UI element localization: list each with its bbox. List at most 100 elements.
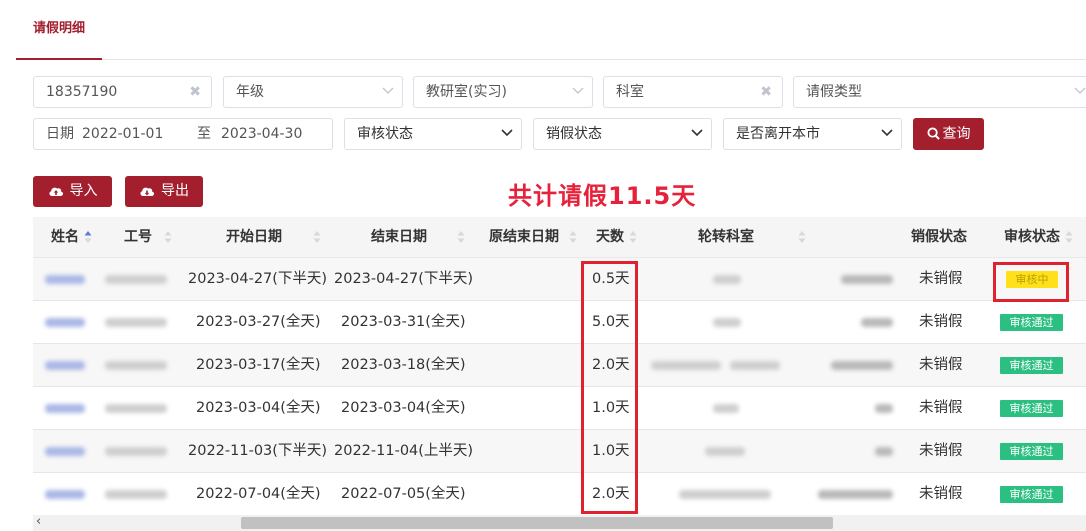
start-date-cell: 2023-03-27(全天) [196, 314, 321, 330]
leave-type-label: 请假类型 [806, 84, 862, 100]
export-button[interactable]: 导出 [125, 176, 203, 207]
sort-icon[interactable] [569, 230, 577, 244]
chevron-down-icon [501, 129, 513, 139]
date-start-input[interactable]: 2022-01-01 [82, 119, 163, 149]
employee-id-value: 18357190 [46, 84, 118, 100]
cloud-upload-icon [48, 187, 63, 196]
cancel-status-label: 销假状态 [546, 126, 602, 142]
chevron-left-icon[interactable]: ‹ [36, 514, 41, 529]
tab-leave-details[interactable]: 请假明细 [16, 0, 102, 60]
sort-icon[interactable] [84, 230, 92, 244]
chevron-down-icon [881, 129, 893, 139]
close-icon[interactable]: ✖ [189, 77, 201, 107]
redacted-id [105, 490, 167, 499]
review-status-select[interactable]: 审核状态 [344, 118, 522, 150]
status-badge: 审核通过 [1000, 400, 1063, 417]
sort-icon[interactable] [164, 230, 172, 244]
table-row[interactable]: 2023-03-27(全天) 2023-03-31(全天) 5.0天 未销假 审… [33, 301, 1086, 344]
end-date-cell: 2023-03-31(全天) [341, 314, 466, 330]
col-original-end-date[interactable]: 原结束日期 [489, 217, 559, 258]
department-label: 科室 [616, 84, 644, 100]
status-badge: 审核通过 [1000, 357, 1063, 374]
end-date-cell: 2022-07-05(全天) [341, 486, 466, 502]
horizontal-scrollbar[interactable]: ‹ [33, 514, 1086, 531]
redacted-dept [713, 318, 741, 327]
chevron-down-icon [1074, 87, 1086, 97]
cancel-status-cell: 未销假 [919, 314, 963, 330]
redacted-name [45, 490, 85, 499]
grade-select[interactable]: 年级 [223, 76, 403, 108]
sort-icon[interactable] [798, 230, 806, 244]
search-icon [926, 127, 940, 140]
scrollbar-thumb[interactable] [241, 517, 833, 529]
redacted-dept [713, 404, 739, 413]
redacted-id [105, 318, 167, 327]
table-row[interactable]: 2023-03-04(全天) 2023-03-04(全天) 1.0天 未销假 审… [33, 387, 1086, 430]
leave-city-label: 是否离开本市 [736, 126, 820, 142]
redacted-dept [730, 361, 780, 370]
chevron-down-icon [691, 129, 703, 139]
redacted-dept-2 [875, 404, 893, 413]
col-cancel-status[interactable]: 销假状态 [911, 217, 967, 258]
leave-city-select[interactable]: 是否离开本市 [723, 118, 902, 150]
cancel-status-cell: 未销假 [919, 400, 963, 416]
redacted-dept-2 [818, 490, 893, 499]
table-header: 姓名 工号 开始日期 结束日期 原结束日期 天数 轮转科室 销假状态 审核状态 [33, 217, 1086, 258]
leave-table: 姓名 工号 开始日期 结束日期 原结束日期 天数 轮转科室 销假状态 审核状态 … [33, 217, 1086, 515]
col-end-date[interactable]: 结束日期 [371, 217, 427, 258]
sort-icon[interactable] [1065, 230, 1073, 244]
table-row[interactable]: 2023-03-17(全天) 2023-03-18(全天) 2.0天 未销假 审… [33, 344, 1086, 387]
cancel-status-cell: 未销假 [919, 357, 963, 373]
status-badge: 审核通过 [1000, 443, 1063, 460]
redacted-id [105, 404, 167, 413]
col-id[interactable]: 工号 [124, 217, 152, 258]
query-button[interactable]: 查询 [913, 118, 984, 150]
teaching-office-label: 教研室(实习) [426, 84, 507, 100]
redacted-id [105, 275, 167, 284]
start-date-cell: 2022-07-04(全天) [196, 486, 321, 502]
start-date-cell: 2023-03-04(全天) [196, 400, 321, 416]
end-date-cell: 2023-03-18(全天) [341, 357, 466, 373]
employee-id-input[interactable]: 18357190 ✖ [33, 76, 212, 108]
sort-icon[interactable] [629, 230, 637, 244]
cancel-status-select[interactable]: 销假状态 [533, 118, 712, 150]
end-date-cell: 2023-04-27(下半天) [334, 271, 474, 287]
redacted-dept [651, 361, 721, 370]
import-button[interactable]: 导入 [33, 176, 112, 207]
teaching-office-select[interactable]: 教研室(实习) [413, 76, 593, 108]
redacted-id [105, 447, 167, 456]
sort-icon[interactable] [313, 230, 321, 244]
sort-icon[interactable] [457, 230, 465, 244]
col-rotation-dept[interactable]: 轮转科室 [698, 217, 754, 258]
table-row[interactable]: 2022-07-04(全天) 2022-07-05(全天) 2.0天 未销假 审… [33, 473, 1086, 515]
date-range-picker[interactable]: 日期 2022-01-01 至 2023-04-30 [33, 118, 333, 150]
redacted-dept-2 [875, 447, 893, 456]
redacted-dept [713, 275, 741, 284]
review-status-label: 审核状态 [357, 126, 413, 142]
redacted-dept [679, 490, 771, 499]
department-input[interactable]: 科室 ✖ [603, 76, 783, 108]
date-end-input[interactable]: 2023-04-30 [221, 119, 302, 149]
total-leave-annotation: 共计请假11.5天 [508, 182, 697, 210]
col-days[interactable]: 天数 [596, 217, 624, 258]
status-badge: 审核通过 [1000, 486, 1063, 503]
tab-bar: 请假明细 [16, 0, 1086, 60]
table-row[interactable]: 2022-11-03(下半天) 2022-11-04(上半天) 1.0天 未销假… [33, 430, 1086, 473]
col-start-date[interactable]: 开始日期 [226, 217, 282, 258]
redacted-name [45, 361, 85, 370]
days-highlight-box [581, 261, 638, 514]
close-icon[interactable]: ✖ [760, 77, 772, 107]
col-review-status[interactable]: 审核状态 [1004, 217, 1060, 258]
col-name[interactable]: 姓名 [51, 217, 79, 258]
chevron-down-icon [572, 87, 584, 97]
date-label: 日期 [46, 126, 74, 142]
status-badge: 审核通过 [1000, 314, 1063, 331]
redacted-dept-2 [831, 361, 893, 370]
leave-type-select[interactable]: 请假类型 [793, 76, 1086, 108]
end-date-cell: 2022-11-04(上半天) [334, 443, 474, 459]
redacted-dept [705, 447, 745, 456]
table-row[interactable]: 2023-04-27(下半天) 2023-04-27(下半天) 0.5天 未销假… [33, 258, 1086, 301]
redacted-dept-2 [861, 318, 893, 327]
redacted-name [45, 404, 85, 413]
redacted-name [45, 318, 85, 327]
